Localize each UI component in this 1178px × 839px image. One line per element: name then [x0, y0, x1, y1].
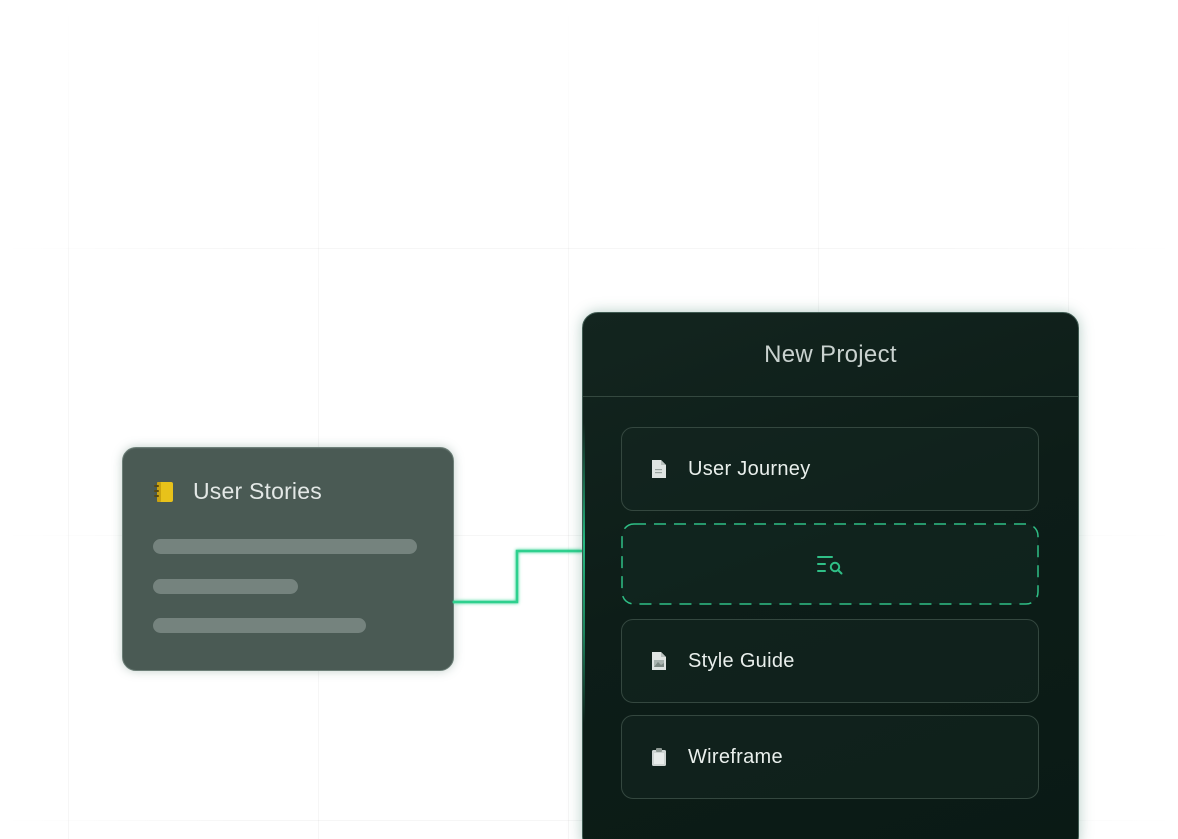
placeholder-line — [153, 539, 417, 554]
user-stories-header: User Stories — [153, 478, 322, 505]
clipboard-icon — [650, 747, 668, 767]
item-wireframe[interactable]: Wireframe — [621, 715, 1039, 799]
user-stories-title: User Stories — [193, 478, 322, 504]
drop-zone[interactable] — [621, 523, 1039, 605]
grid-line — [568, 0, 569, 839]
panel-header: New Project — [583, 313, 1078, 397]
placeholder-line — [153, 618, 366, 633]
document-icon — [650, 459, 668, 479]
search-list-icon — [816, 553, 844, 575]
grid-line — [318, 0, 319, 839]
grid-line — [0, 248, 1178, 249]
image-document-icon — [650, 651, 668, 671]
item-style-guide[interactable]: Style Guide — [621, 619, 1039, 703]
item-label: Wireframe — [688, 745, 783, 768]
notebook-icon — [153, 480, 175, 504]
item-label: User Journey — [688, 457, 811, 480]
connector-line — [452, 549, 582, 604]
canvas: User Stories New Project User Journey St… — [0, 0, 1178, 839]
user-stories-card[interactable]: User Stories — [122, 447, 454, 671]
grid-line — [68, 0, 69, 839]
placeholder-line — [153, 579, 298, 594]
item-label: Style Guide — [688, 649, 795, 672]
panel-title: New Project — [764, 340, 897, 368]
item-user-journey[interactable]: User Journey — [621, 427, 1039, 511]
project-panel: New Project User Journey Style Guide Wir… — [582, 312, 1079, 839]
panel-accent — [583, 423, 585, 723]
